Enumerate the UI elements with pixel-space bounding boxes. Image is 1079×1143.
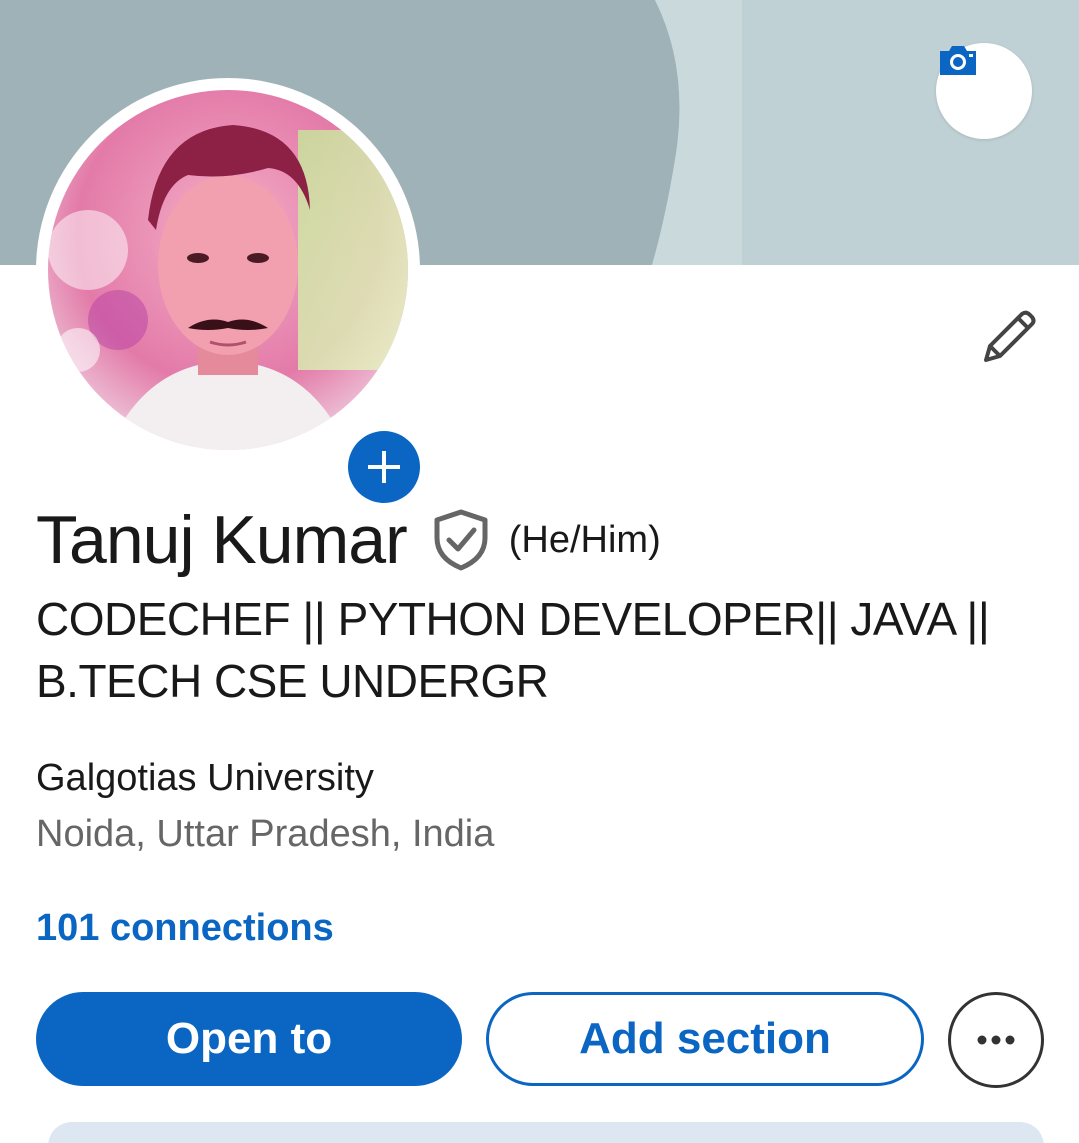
profile-pronouns: (He/Him) <box>508 518 661 561</box>
profile-photo-frame <box>36 78 428 511</box>
profile-school[interactable]: Galgotias University <box>36 754 374 802</box>
pencil-icon <box>984 310 1036 362</box>
name-row: Tanuj Kumar (He/Him) <box>36 498 661 582</box>
plus-icon <box>368 451 400 483</box>
edit-intro-button[interactable] <box>970 300 1046 376</box>
connections-link[interactable]: 101 connections <box>36 904 334 952</box>
cover-camera-button[interactable] <box>936 43 1032 139</box>
profile-location: Noida, Uttar Pradesh, India <box>36 813 495 855</box>
add-photo-button-inner <box>348 431 420 503</box>
camera-icon <box>940 46 976 75</box>
next-section-card <box>48 1122 1044 1143</box>
profile-name: Tanuj Kumar <box>36 502 408 578</box>
profile-page: Tanuj Kumar (He/Him) CODECHEF || PYTHON … <box>0 0 1079 1143</box>
avatar-image <box>48 90 408 450</box>
shield-check-icon[interactable] <box>433 508 489 572</box>
more-horizontal-icon <box>977 1035 1015 1045</box>
more-actions-button[interactable] <box>948 992 1044 1088</box>
profile-photo[interactable] <box>48 90 408 450</box>
add-section-button[interactable]: Add section <box>486 992 924 1086</box>
open-to-button[interactable]: Open to <box>36 992 462 1086</box>
profile-headline: CODECHEF || PYTHON DEVELOPER|| JAVA || B… <box>36 593 990 707</box>
